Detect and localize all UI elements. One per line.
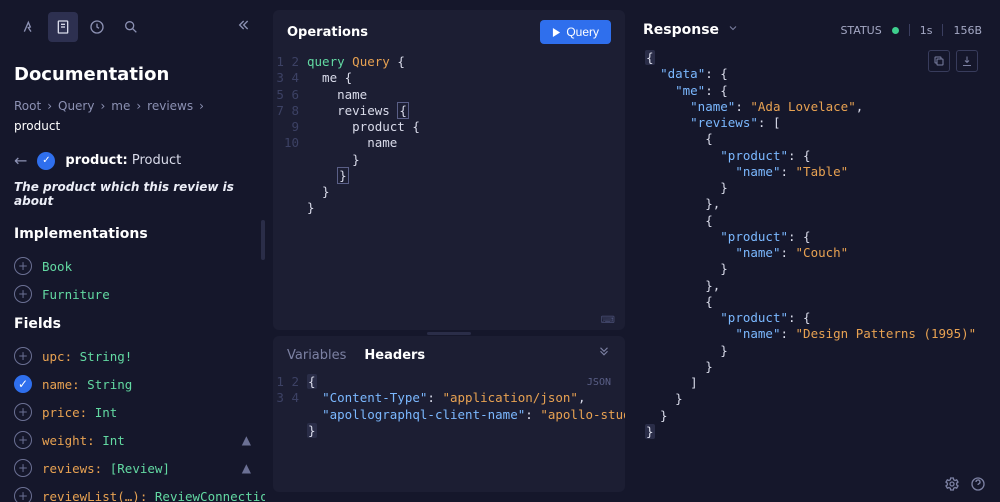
add-icon: + [14, 257, 32, 275]
explorer-icon[interactable] [14, 12, 44, 42]
implementation-item[interactable]: +Book [14, 252, 251, 280]
implementation-item[interactable]: +Furniture [14, 280, 251, 308]
history-icon[interactable] [82, 12, 112, 42]
add-icon: + [14, 347, 32, 365]
response-size: 156B [953, 24, 982, 37]
add-icon: + [14, 285, 32, 303]
breadcrumb-item[interactable]: reviews [147, 99, 193, 113]
download-icon[interactable] [956, 50, 978, 72]
check-icon: ✓ [14, 375, 32, 393]
operations-panel: Operations Query 1 2 3 4 5 6 7 8 9 10 qu… [273, 10, 625, 330]
field-item[interactable]: +upc: String! [14, 342, 251, 370]
tab-variables[interactable]: Variables [287, 348, 346, 363]
fields-heading: Fields [14, 316, 251, 332]
json-label: JSON [587, 376, 611, 389]
response-title: Response [643, 22, 719, 38]
response-header: Response STATUS 1s 156B [641, 10, 986, 50]
back-arrow-icon[interactable]: ← [14, 151, 27, 170]
search-icon[interactable] [116, 12, 146, 42]
chevron-down-icon[interactable] [727, 22, 739, 38]
collapse-panel-icon[interactable] [597, 346, 611, 364]
field-item[interactable]: +reviews: [Review]▲ [14, 454, 251, 482]
query-editor[interactable]: 1 2 3 4 5 6 7 8 9 10 query Query { me { … [273, 54, 625, 311]
breadcrumb-item[interactable]: Query [58, 99, 94, 113]
collapse-sidebar-icon[interactable] [235, 17, 251, 37]
headers-editor[interactable]: JSON 1 2 3 4 { "Content-Type": "applicat… [273, 374, 625, 492]
field-name: product: [65, 153, 127, 168]
breadcrumb-item: product [14, 119, 60, 133]
add-icon: + [14, 459, 32, 477]
response-time: 1s [920, 24, 933, 37]
response-body[interactable]: { "data": { "me": { "name": "Ada Lovelac… [641, 50, 986, 492]
main-area: Operations Query 1 2 3 4 5 6 7 8 9 10 qu… [265, 0, 1000, 502]
copy-icon[interactable] [928, 50, 950, 72]
tab-headers[interactable]: Headers [364, 348, 425, 363]
field-item[interactable]: +price: Int [14, 398, 251, 426]
breadcrumb-item[interactable]: me [111, 99, 130, 113]
docs-icon[interactable] [48, 12, 78, 42]
status-dot-icon [892, 27, 899, 34]
keyboard-icon[interactable]: ⌨ [601, 315, 615, 326]
breadcrumb: Root›Query›me›reviews›product [14, 99, 251, 133]
doc-sidebar: Documentation Root›Query›me›reviews›prod… [0, 0, 265, 502]
implementations-heading: Implementations [14, 226, 251, 242]
field-header: ← ✓ product: Product [14, 151, 251, 170]
breadcrumb-item[interactable]: Root [14, 99, 41, 113]
add-icon: + [14, 403, 32, 421]
help-icon[interactable] [970, 476, 986, 492]
run-query-button[interactable]: Query [540, 20, 611, 44]
operations-title: Operations [287, 25, 368, 40]
scrollbar[interactable] [261, 220, 265, 260]
query-button-label: Query [566, 25, 599, 39]
field-type: Product [132, 153, 181, 168]
add-icon: + [14, 431, 32, 449]
sidebar-title: Documentation [14, 64, 251, 85]
add-icon: + [14, 487, 32, 502]
gear-icon[interactable] [944, 476, 960, 492]
status-label: STATUS [840, 24, 881, 37]
sidebar-toolbar [14, 0, 251, 54]
field-description: The product which this review is about [14, 180, 251, 208]
variables-headers-panel: Variables Headers JSON 1 2 3 4 { "Conten… [273, 336, 625, 492]
field-item[interactable]: +reviewList(…): ReviewConnection [14, 482, 251, 502]
field-item[interactable]: +weight: Int▲ [14, 426, 251, 454]
warning-icon: ▲ [242, 433, 251, 447]
check-icon: ✓ [37, 152, 55, 170]
field-item[interactable]: ✓name: String [14, 370, 251, 398]
warning-icon: ▲ [242, 461, 251, 475]
